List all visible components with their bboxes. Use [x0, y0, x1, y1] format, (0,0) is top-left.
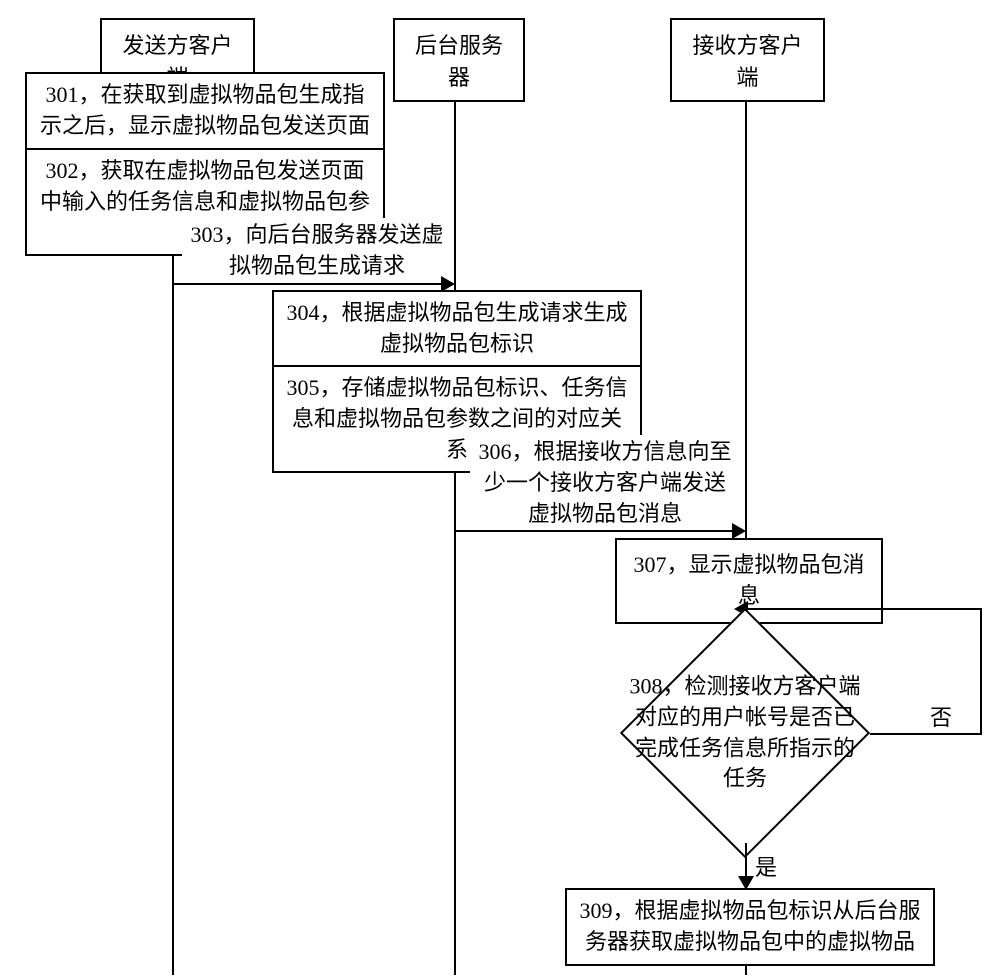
actor-server-label: 后台服务器	[415, 33, 503, 90]
arrow-303-line	[173, 283, 441, 285]
step-306-text: 306，根据接收方信息向至少一个接收方客户端发送虚拟物品包消息	[478, 439, 731, 526]
yes-label: 是	[755, 850, 777, 882]
step-301: 301，在获取到虚拟物品包生成指示之后，显示虚拟物品包发送页面	[25, 72, 385, 150]
arrow-306-head	[732, 523, 746, 539]
no-line-v	[980, 608, 982, 735]
step-309-text: 309，根据虚拟物品包标识从后台服务器获取虚拟物品包中的虚拟物品	[579, 898, 920, 954]
step-308-text: 308，检测接收方客户端对应的用户帐号是否已完成任务信息所指示的任务	[625, 671, 865, 794]
lifeline-server	[454, 60, 456, 975]
step-304-text: 304，根据虚拟物品包生成请求生成虚拟物品包标识	[286, 300, 627, 356]
no-line-h	[870, 733, 982, 735]
step-307-text: 307，显示虚拟物品包消息	[633, 552, 864, 608]
loop-back-top-h	[746, 608, 982, 610]
step-301-text: 301，在获取到虚拟物品包生成指示之后，显示虚拟物品包发送页面	[40, 82, 370, 138]
step-308: 308，检测接收方客户端对应的用户帐号是否已完成任务信息所指示的任务	[605, 623, 885, 843]
arrow-306-line	[455, 530, 732, 532]
step-309: 309，根据虚拟物品包标识从后台服务器获取虚拟物品包中的虚拟物品	[565, 888, 935, 966]
actor-server: 后台服务器	[393, 18, 525, 102]
step-307: 307，显示虚拟物品包消息	[615, 538, 883, 624]
step-303-text: 303，向后台服务器发送虚拟物品包生成请求	[190, 222, 443, 278]
actor-receiver-label: 接收方客户端	[692, 33, 802, 90]
no-label: 否	[930, 700, 952, 732]
step-303: 303，向后台服务器发送虚拟物品包生成请求	[182, 218, 452, 284]
step-306: 306，根据接收方信息向至少一个接收方客户端发送虚拟物品包消息	[470, 435, 740, 531]
yes-line-v	[745, 843, 747, 878]
actor-receiver: 接收方客户端	[670, 18, 825, 102]
step-304: 304，根据虚拟物品包生成请求生成虚拟物品包标识	[272, 290, 642, 368]
